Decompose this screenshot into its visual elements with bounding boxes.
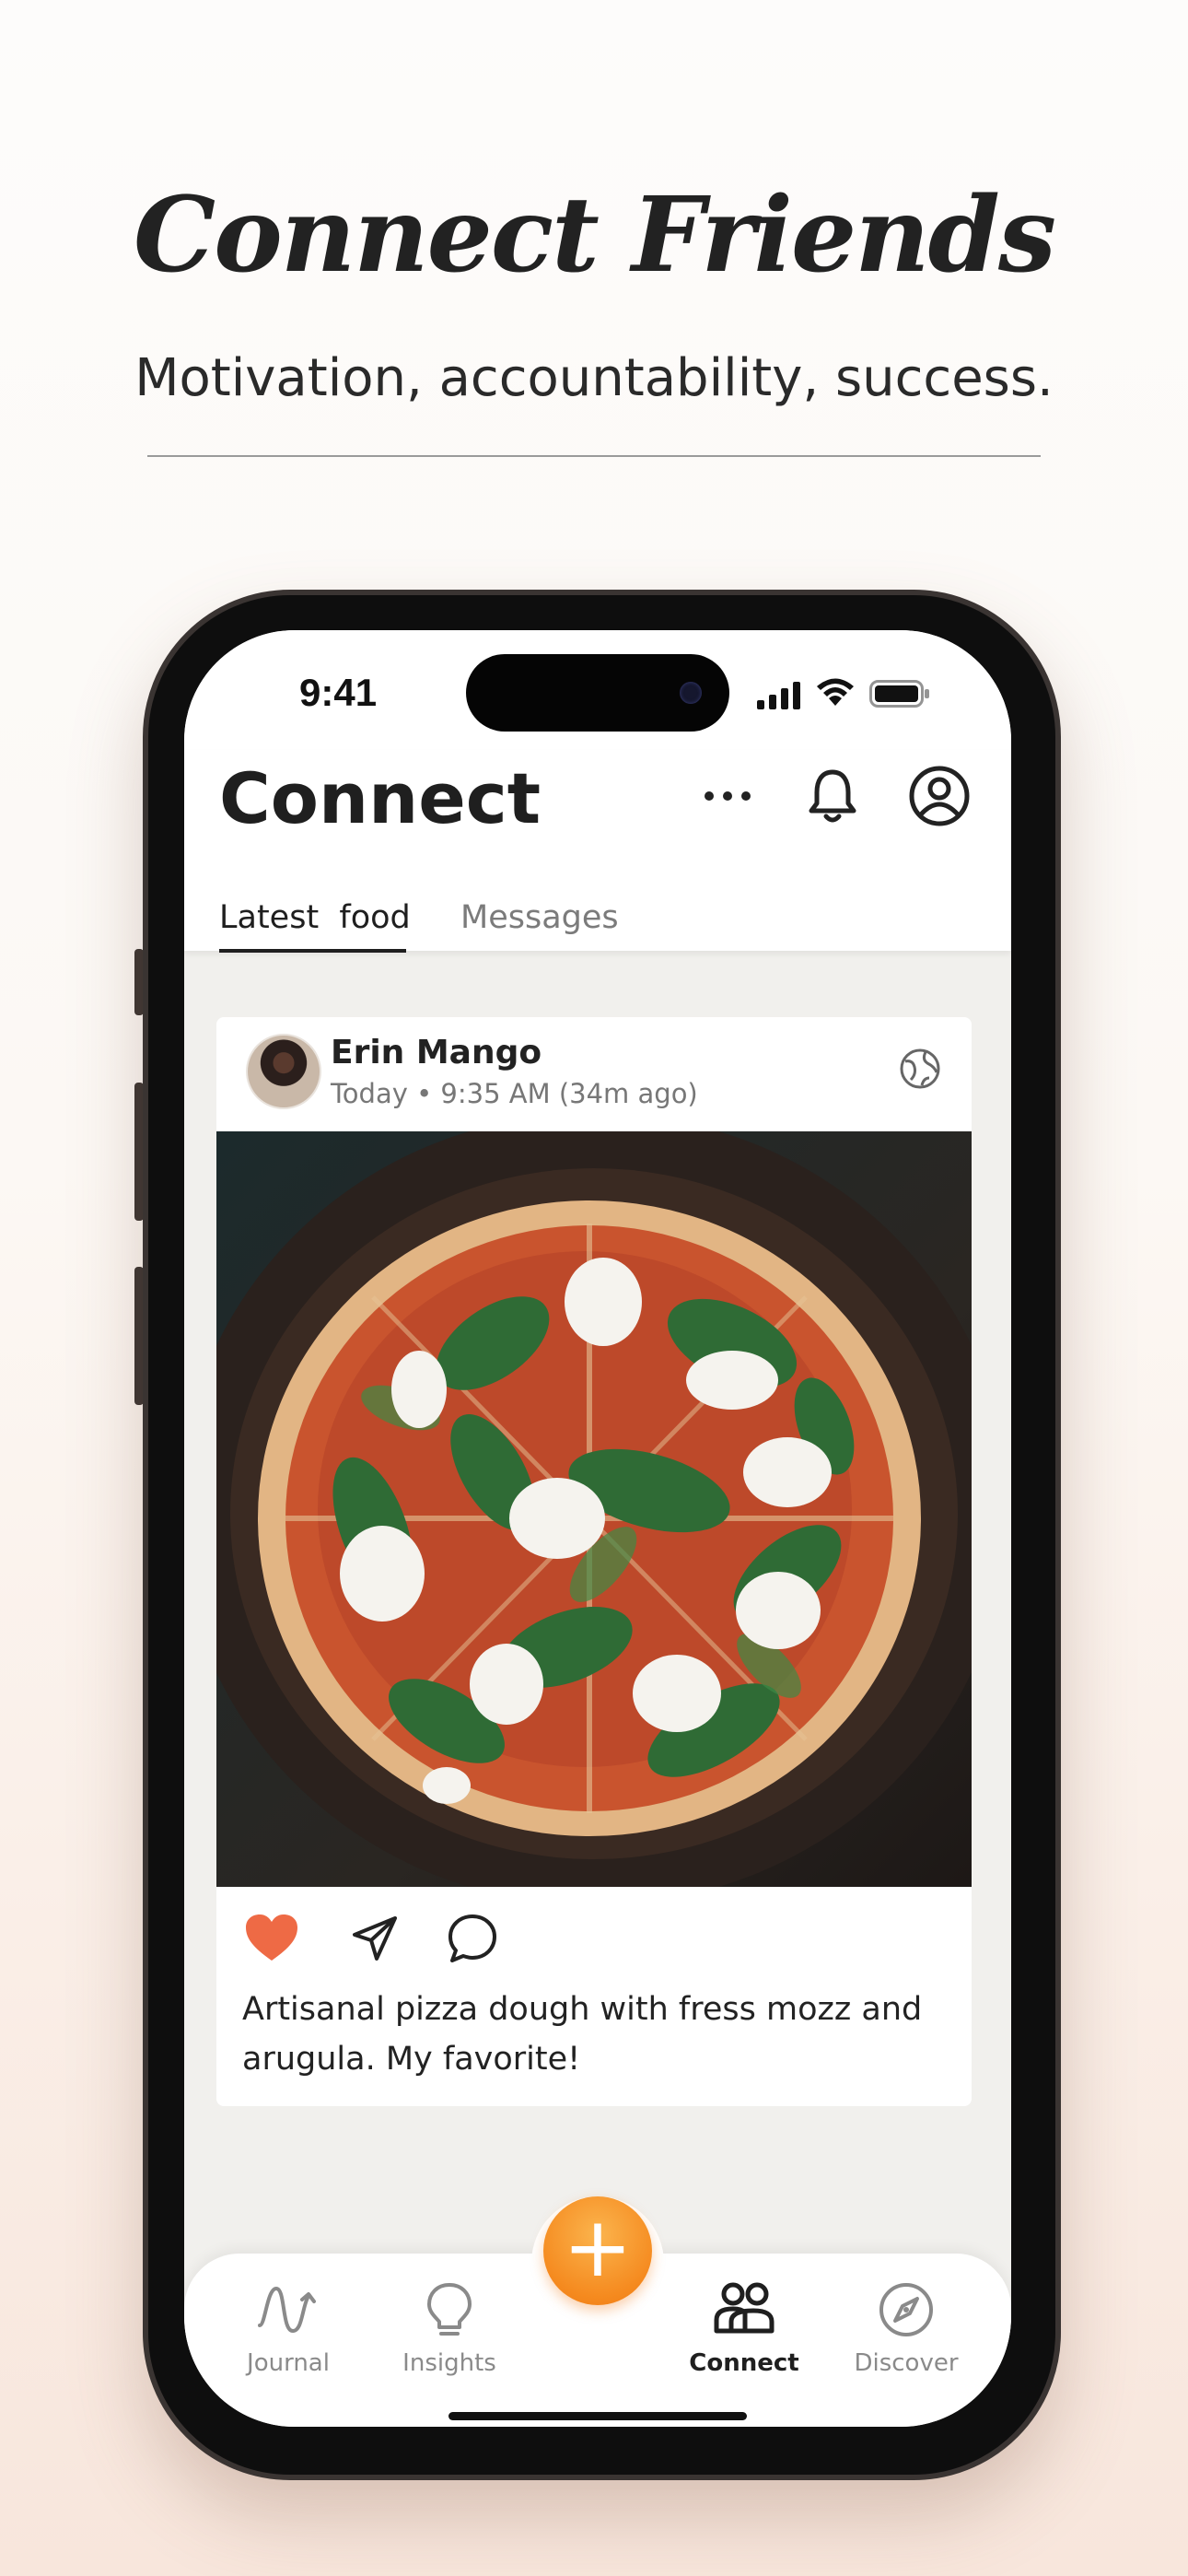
post-author[interactable]: Erin Mango: [331, 1034, 542, 1071]
nav-label-connect: Connect: [689, 2349, 799, 2377]
pizza-photo[interactable]: [216, 1131, 972, 1887]
nav-item-journal[interactable]: Journal: [210, 2281, 367, 2377]
battery-icon: [869, 680, 929, 708]
compass-icon: [879, 2283, 933, 2336]
avatar[interactable]: [246, 1034, 321, 1109]
nav-label-journal: Journal: [247, 2349, 330, 2377]
profile-icon[interactable]: [908, 765, 971, 827]
add-button[interactable]: +: [543, 2196, 652, 2305]
wifi-icon: [817, 678, 854, 706]
active-tab-indicator: [219, 949, 406, 953]
home-indicator[interactable]: [448, 2412, 747, 2420]
signal-icon: [757, 682, 800, 709]
post-caption: Artisanal pizza dough with fress mozz an…: [242, 1991, 923, 2078]
phone-screen: 9:41 Connect Latest food Messages Erin M…: [184, 630, 1011, 2427]
marketing-subheadline: Motivation, accountability, success.: [134, 348, 1054, 408]
bell-icon[interactable]: [807, 767, 858, 825]
marketing-headline: Connect Friends: [133, 175, 1056, 296]
nav-label-insights: Insights: [402, 2349, 496, 2377]
nav-label-discover: Discover: [854, 2349, 959, 2377]
globe-icon[interactable]: [898, 1047, 942, 1091]
tab-latest-food[interactable]: Latest food: [219, 899, 411, 936]
nav-item-insights[interactable]: Insights: [371, 2281, 528, 2377]
send-icon[interactable]: [351, 1914, 399, 1962]
tab-messages[interactable]: Messages: [460, 899, 619, 936]
status-time: 9:41: [299, 671, 378, 714]
divider: [147, 455, 1041, 457]
nav-item-connect[interactable]: Connect: [666, 2281, 822, 2377]
comment-icon[interactable]: [447, 1913, 498, 1964]
status-bar: 9:41: [184, 630, 1011, 750]
heart-icon[interactable]: [244, 1913, 299, 1964]
post-card[interactable]: Erin Mango Today • 9:35 AM (34m ago) Art…: [216, 1017, 972, 2106]
journal-wave-icon: [258, 2286, 316, 2334]
dynamic-island: [466, 654, 729, 732]
nav-item-discover[interactable]: Discover: [828, 2281, 984, 2377]
camera-icon: [680, 682, 702, 704]
page-title: Connect: [219, 757, 542, 839]
pizza-illustration: [216, 1131, 972, 1887]
people-icon: [714, 2282, 775, 2334]
post-timestamp: Today • 9:35 AM (34m ago): [331, 1078, 698, 1109]
lightbulb-icon: [427, 2283, 472, 2336]
more-horizontal-icon[interactable]: [700, 778, 755, 814]
post-actions: [216, 1887, 972, 1988]
